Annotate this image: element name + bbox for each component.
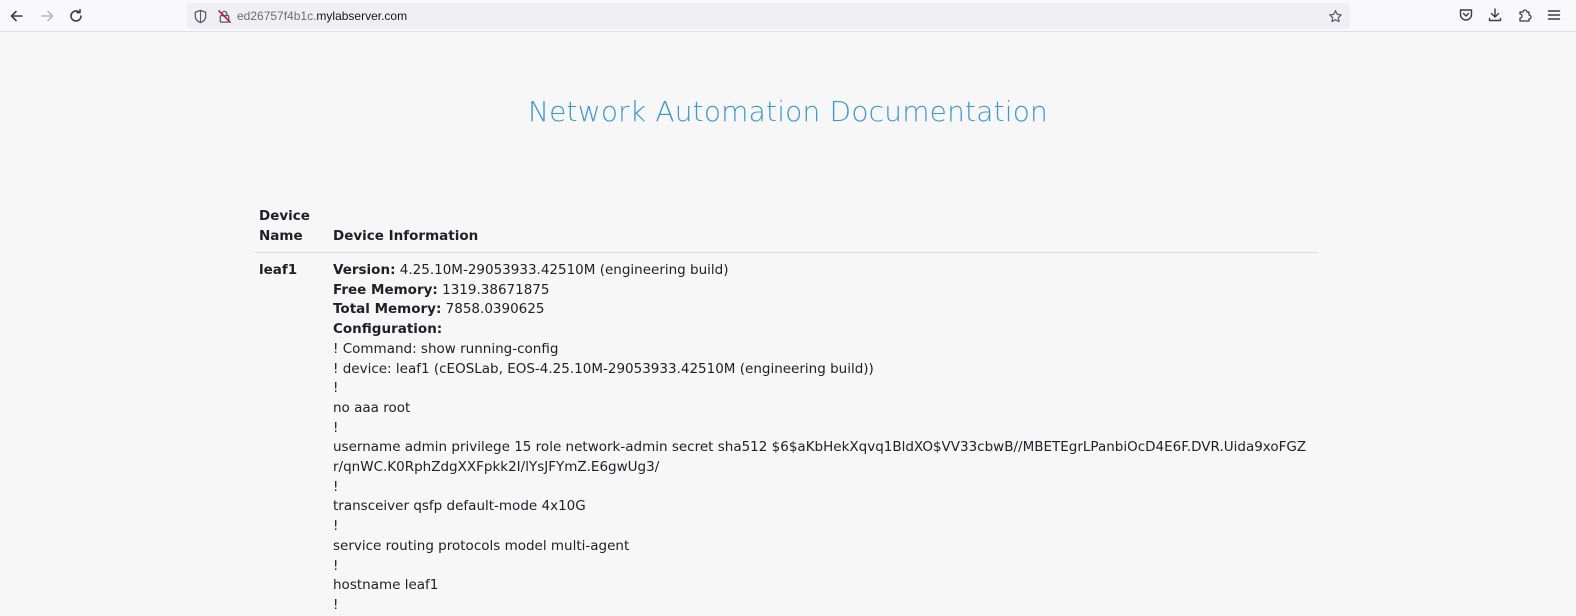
device-table: Device Name Device Information leaf1 Ver… xyxy=(255,202,1318,616)
free-memory-label: Free Memory: xyxy=(333,281,438,298)
device-name-cell: leaf1 xyxy=(259,262,298,278)
menu-button[interactable] xyxy=(1545,6,1563,24)
url-domain: mylabserver.com xyxy=(316,9,408,23)
configuration-line: Configuration: xyxy=(333,320,1314,340)
version-line: Version: 4.25.10M-29053933.42510M (engin… xyxy=(333,261,1314,281)
download-icon xyxy=(1488,8,1502,22)
config-line: ! xyxy=(333,596,339,613)
arrow-left-icon xyxy=(10,10,23,22)
config-line: ! device: leaf1 (cEOSLab, EOS-4.25.10M-2… xyxy=(333,360,874,377)
config-line: ! xyxy=(333,419,339,436)
bookmark-button[interactable] xyxy=(1327,8,1343,24)
total-memory-value: 7858.0390625 xyxy=(441,301,545,318)
lock-strike-icon xyxy=(217,9,231,23)
downloads-button[interactable] xyxy=(1486,6,1504,24)
config-line: username admin privilege 15 role network… xyxy=(333,439,1307,476)
version-label: Version: xyxy=(333,262,396,278)
free-memory-line: Free Memory: 1319.38671875 xyxy=(333,281,1314,301)
url-text[interactable]: ed26757f4b1c.mylabserver.com xyxy=(237,8,407,24)
config-line: no aaa root xyxy=(333,399,411,416)
extensions-button[interactable] xyxy=(1516,6,1534,24)
total-memory-line: Total Memory: 7858.0390625 xyxy=(333,300,1314,320)
page-content: Network Automation Documentation Device … xyxy=(0,32,1576,616)
config-line: hostname leaf1 xyxy=(333,577,439,594)
url-subdomain: ed26757f4b1c. xyxy=(237,9,317,23)
site-security-button[interactable] xyxy=(216,8,232,24)
hamburger-menu-icon xyxy=(1547,10,1561,20)
address-bar[interactable]: ed26757f4b1c.mylabserver.com xyxy=(187,3,1350,29)
device-information-cell: Version: 4.25.10M-29053933.42510M (engin… xyxy=(329,253,1318,616)
reload-icon xyxy=(70,9,82,22)
total-memory-label: Total Memory: xyxy=(333,301,442,318)
config-line: transceiver qsfp default-mode 4x10G xyxy=(333,498,586,515)
pocket-icon xyxy=(1459,9,1473,21)
config-line: service routing protocols model multi-ag… xyxy=(333,537,630,554)
tracking-protection-button[interactable] xyxy=(192,8,208,24)
reload-button[interactable] xyxy=(65,5,87,27)
browser-toolbar: ed26757f4b1c.mylabserver.com xyxy=(0,0,1576,32)
table-row: leaf1 Version: 4.25.10M-29053933.42510M … xyxy=(255,253,1318,616)
device-name-header: Device Name xyxy=(255,202,329,253)
page-title: Network Automation Documentation xyxy=(527,95,1049,128)
arrow-right-icon xyxy=(41,10,54,22)
config-line: ! xyxy=(333,557,339,574)
free-memory-value: 1319.38671875 xyxy=(437,281,550,298)
config-line: ! xyxy=(333,478,339,495)
star-icon xyxy=(1328,9,1342,22)
config-line: ! xyxy=(333,518,339,535)
configuration-label: Configuration: xyxy=(333,321,443,338)
config-line: ! xyxy=(333,380,339,397)
puzzle-icon xyxy=(1519,9,1532,22)
forward-button[interactable] xyxy=(36,5,58,27)
shield-icon xyxy=(194,9,206,23)
version-value: 4.25.10M-29053933.42510M (engineering bu… xyxy=(395,262,729,278)
config-line: ! Command: show running-config xyxy=(333,340,559,357)
table-header-row: Device Name Device Information xyxy=(255,202,1318,253)
pocket-button[interactable] xyxy=(1457,6,1475,24)
back-button[interactable] xyxy=(6,5,28,27)
device-information-header: Device Information xyxy=(329,202,1318,253)
